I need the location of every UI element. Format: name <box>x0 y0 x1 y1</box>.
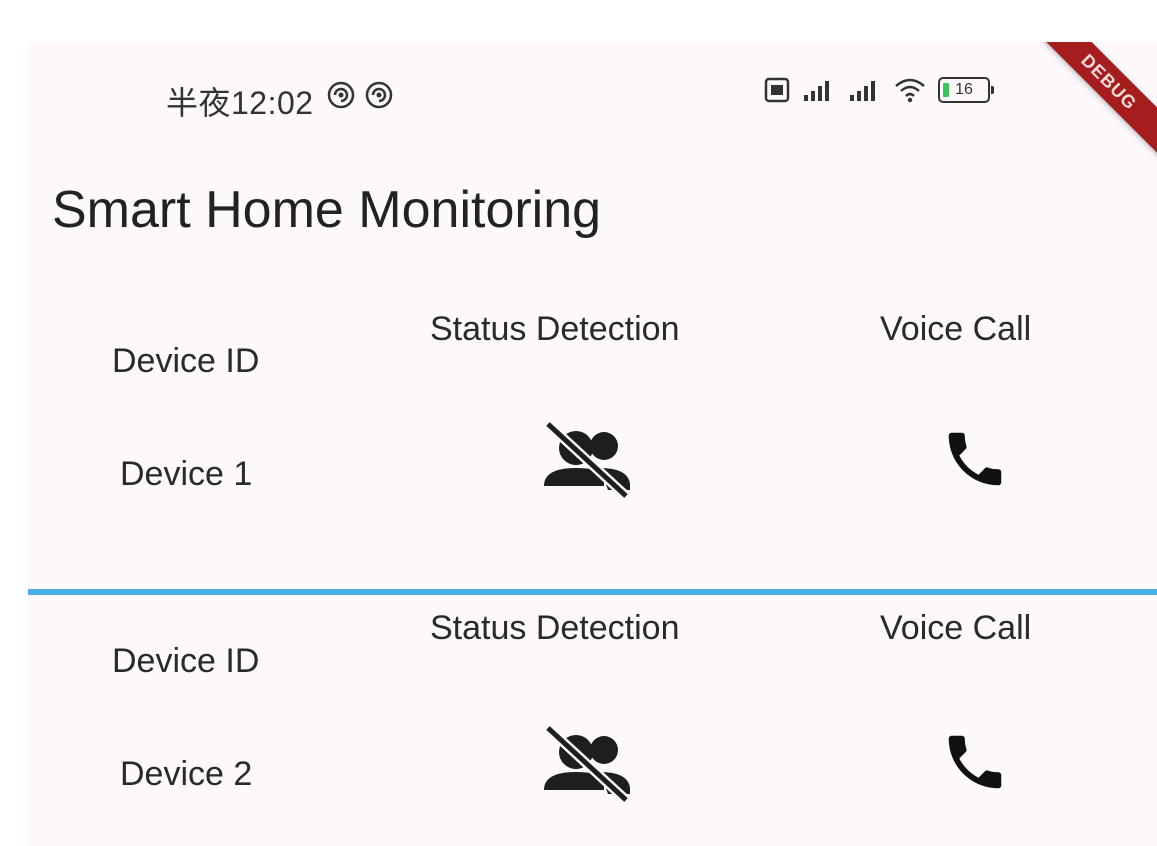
status-time: 半夜12:02 <box>166 85 314 121</box>
battery-icon: 16 <box>938 77 994 103</box>
phone-icon[interactable] <box>940 727 1010 797</box>
status-detection-header: Status Detection <box>430 609 680 647</box>
device-id-header: Device ID <box>112 642 260 680</box>
device-name: Device 1 <box>120 455 253 493</box>
signal-icon <box>804 81 829 101</box>
status-detection-header: Status Detection <box>430 310 680 348</box>
page-title: Smart Home Monitoring <box>52 181 602 239</box>
device-id-header: Device ID <box>112 342 260 380</box>
status-left-icons <box>326 80 394 110</box>
row-divider <box>28 589 1157 595</box>
wifi-icon <box>895 78 925 103</box>
nfc-icon <box>764 77 790 103</box>
battery-level: 16 <box>955 81 973 98</box>
device-row: Device ID Status Detection Voice Call De… <box>28 292 1157 588</box>
status-right-icons: 16 <box>764 76 994 104</box>
voice-call-header: Voice Call <box>880 310 1032 348</box>
battery-fill <box>943 83 949 97</box>
person-off-icon[interactable] <box>542 724 634 804</box>
signal-icon <box>850 81 875 101</box>
status-bar: 半夜12:02 16 DEBUG <box>28 42 1157 165</box>
debug-banner: DEBUG <box>1026 42 1157 165</box>
device-name: Device 2 <box>120 755 253 793</box>
notification-icon <box>327 81 355 109</box>
notification-icon <box>365 81 393 109</box>
person-off-icon[interactable] <box>542 420 634 500</box>
phone-icon[interactable] <box>940 424 1010 494</box>
app-screen: 半夜12:02 16 DEBUG Smart Home Monitoring D… <box>28 42 1157 846</box>
device-row: Device ID Status Detection Voice Call De… <box>28 597 1157 846</box>
voice-call-header: Voice Call <box>880 609 1032 647</box>
